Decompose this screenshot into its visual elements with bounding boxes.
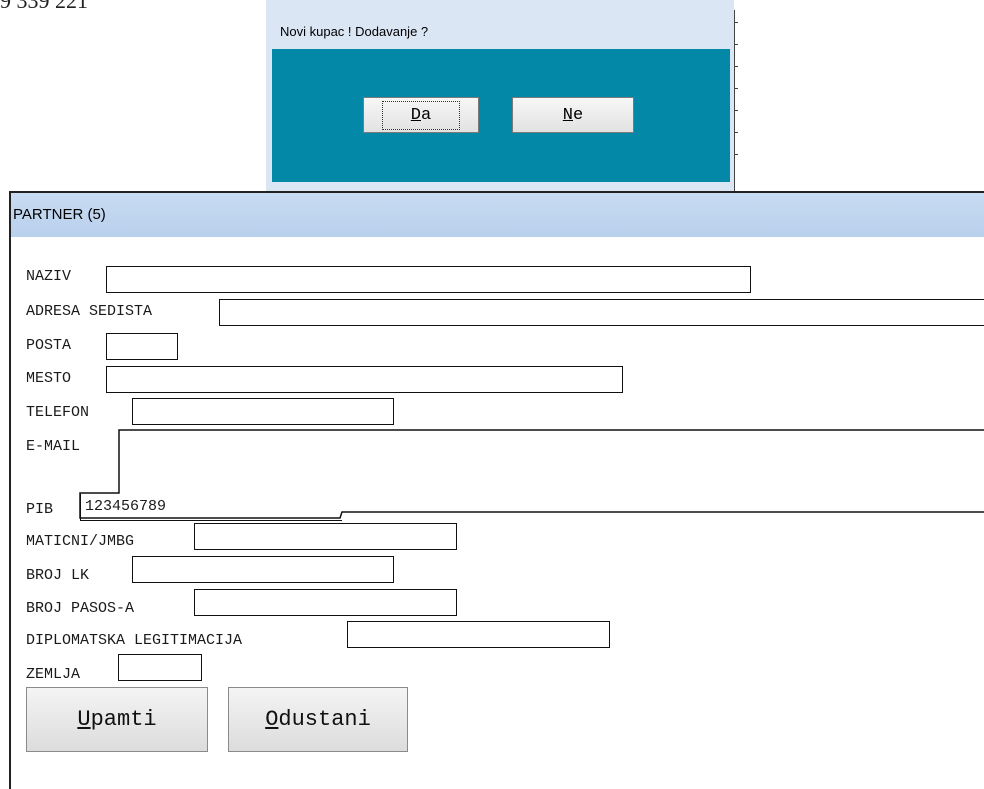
pasos-label: BROJ PASOS-A	[26, 600, 135, 617]
dialog-body: Da Ne	[272, 49, 730, 182]
edge-tick	[734, 66, 738, 67]
broj-lk-label: BROJ LK	[26, 567, 90, 584]
window-title-bar: PARTNER (5)	[11, 193, 984, 237]
edge-tick	[734, 88, 738, 89]
pasos-field[interactable]	[194, 589, 457, 616]
posta-label: POSTA	[26, 337, 72, 354]
telefon-label: TELEFON	[26, 404, 90, 421]
save-button[interactable]: Upamti	[26, 687, 208, 752]
maticni-field[interactable]	[194, 523, 457, 550]
no-button-rest: e	[573, 105, 584, 125]
naziv-label: NAZIV	[26, 268, 72, 285]
window-title: PARTNER (5)	[13, 206, 106, 223]
yes-button-accel: D	[410, 105, 421, 125]
edge-tick	[734, 22, 738, 23]
zemlja-field[interactable]	[118, 654, 202, 681]
no-button-accel: N	[562, 105, 573, 125]
cancel-button-rest: dustani	[278, 707, 371, 732]
dialog-title: Novi kupac ! Dodavanje ?	[280, 24, 429, 39]
edge-tick	[734, 110, 738, 111]
diplomatska-label: DIPLOMATSKA LEGITIMACIJA	[26, 632, 243, 649]
mesto-field[interactable]	[106, 366, 623, 393]
adresa-field[interactable]	[219, 299, 984, 326]
mesto-label: MESTO	[26, 370, 72, 387]
maticni-label: MATICNI/JMBG	[26, 533, 135, 550]
no-button[interactable]: Ne	[512, 97, 634, 133]
pib-label: PIB	[26, 501, 54, 518]
save-button-rest: pamti	[90, 707, 157, 732]
naziv-field[interactable]	[106, 266, 751, 293]
broj-lk-field[interactable]	[132, 556, 394, 583]
save-button-accel: U	[77, 707, 91, 732]
dialog-right-edge	[734, 10, 735, 191]
yes-button[interactable]: Da	[363, 97, 479, 133]
diplomatska-field[interactable]	[347, 621, 610, 648]
telefon-field[interactable]	[132, 398, 394, 425]
confirm-dialog: Novi kupac ! Dodavanje ? Da Ne	[266, 0, 734, 191]
background-cut-text: 9 339 221	[0, 0, 88, 13]
cancel-button[interactable]: Odustani	[228, 687, 408, 752]
pib-field[interactable]: 123456789	[80, 494, 342, 521]
cancel-button-accel: O	[265, 707, 279, 732]
edge-tick	[734, 44, 738, 45]
edge-tick	[734, 154, 738, 155]
yes-button-rest: a	[421, 105, 432, 125]
email-label: E-MAIL	[26, 438, 81, 455]
adresa-label: ADRESA SEDISTA	[26, 303, 153, 320]
edge-tick	[734, 132, 738, 133]
zemlja-label: ZEMLJA	[26, 666, 81, 683]
posta-field[interactable]	[106, 333, 178, 360]
